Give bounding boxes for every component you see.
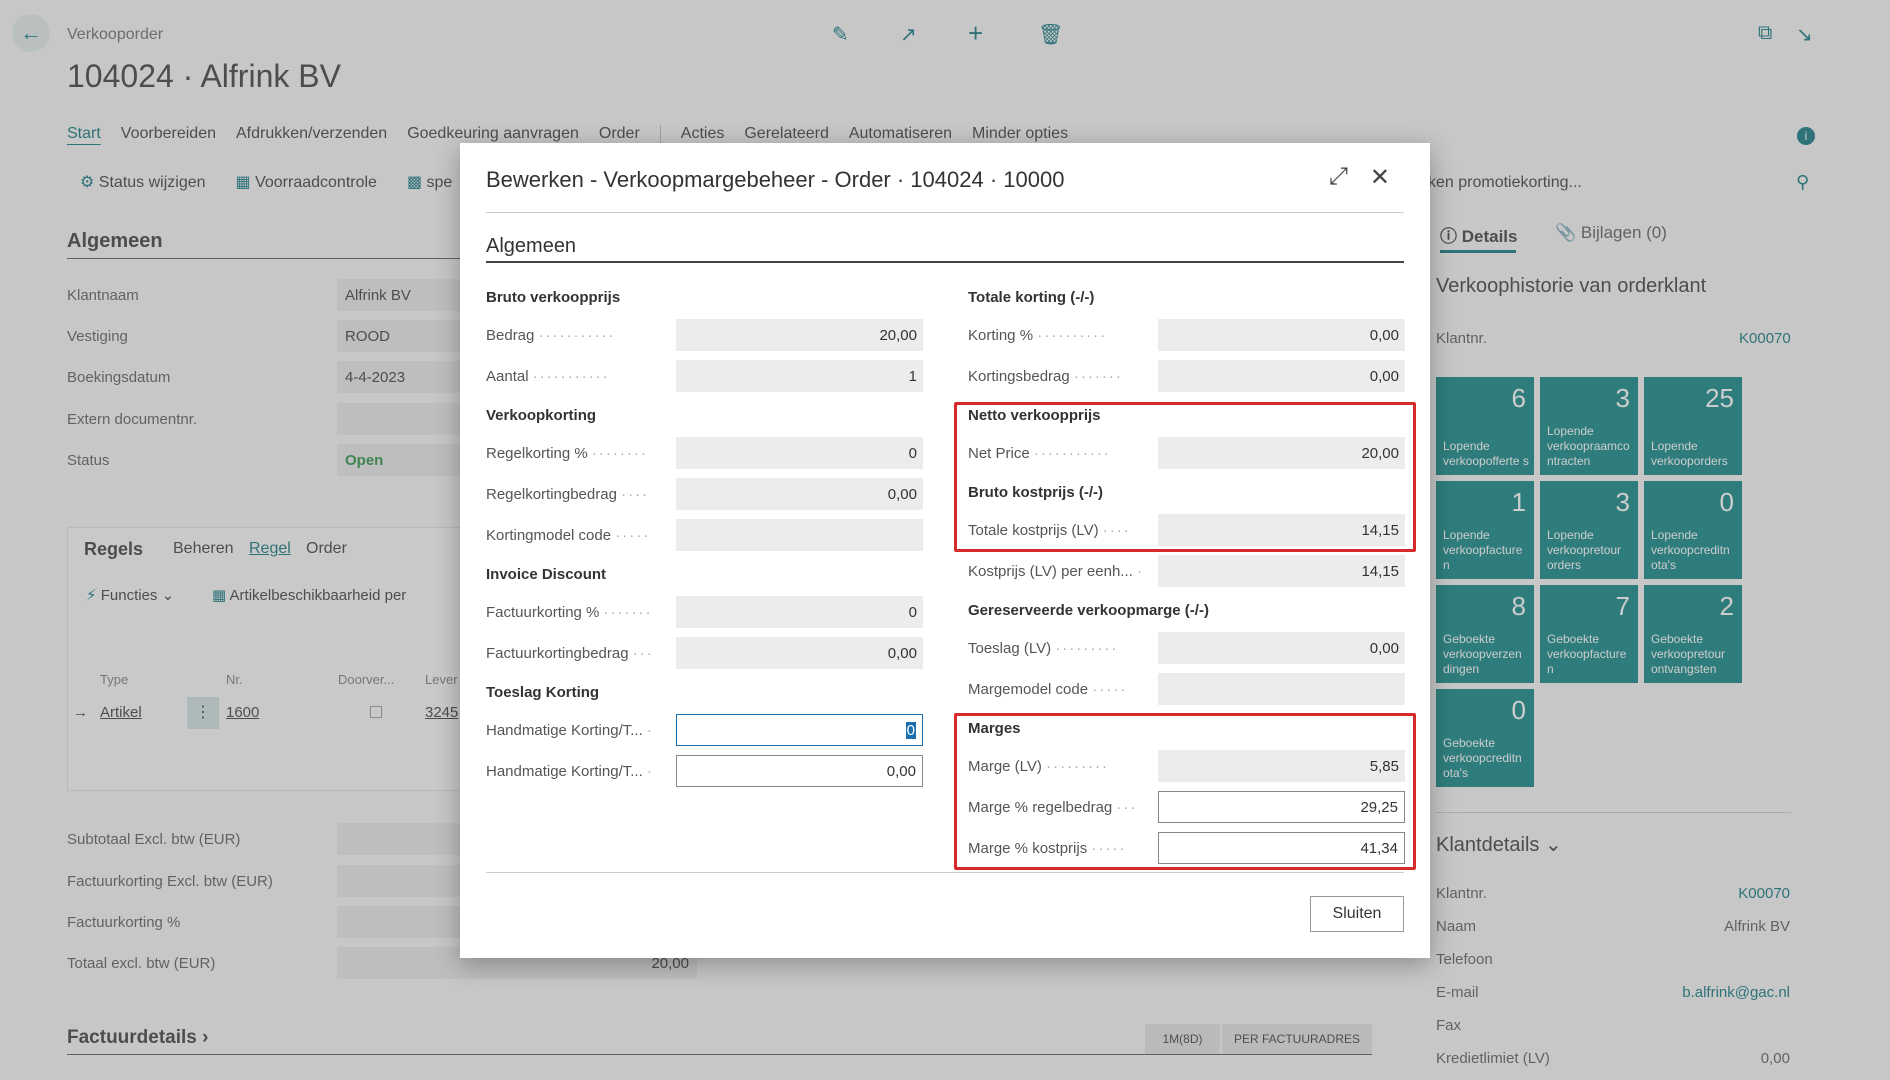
handmatige-korting-1-value: 0 (905, 721, 916, 739)
handmatige-korting-1-input[interactable]: 0 (676, 714, 923, 746)
regelkorting-pct-label: Regelkorting % ········ (486, 445, 648, 462)
kortingmodel-label: Kortingmodel code ····· (486, 527, 651, 544)
aantal-label: Aantal ··········· (486, 368, 610, 385)
aantal-label-text: Aantal (486, 368, 529, 385)
totale-korting-heading: Totale korting (-/-) (968, 289, 1095, 306)
handmatige-korting-2-label-text: Handmatige Korting/T... (486, 763, 643, 780)
bedrag-label: Bedrag ··········· (486, 327, 616, 344)
kortingsbedrag-field: 0,00 (1158, 360, 1405, 392)
invoice-discount-heading: Invoice Discount (486, 566, 607, 583)
factuurkortingbedrag-label: Factuurkortingbedrag ··· (486, 645, 654, 662)
kostprijs-eenh-label-text: Kostprijs (LV) per eenh... (968, 563, 1133, 580)
expand-icon[interactable]: ⤢ (1329, 163, 1348, 192)
toeslag-korting-heading: Toeslag Korting (486, 684, 600, 701)
kostprijs-eenh-field: 14,15 (1158, 555, 1405, 587)
regelkorting-pct-label-text: Regelkorting % (486, 445, 588, 462)
regelkortingbedrag-label-text: Regelkortingbedrag (486, 486, 617, 503)
toeslag-lv-label-text: Toeslag (LV) (968, 640, 1052, 657)
kostprijs-eenh-label: Kostprijs (LV) per eenh... · (968, 563, 1144, 580)
kortingsbedrag-label: Kortingsbedrag ······· (968, 368, 1123, 385)
highlight-netto-bruto (954, 402, 1416, 552)
factuurkorting-pct-dlg-label: Factuurkorting % ······· (486, 604, 653, 621)
handmatige-korting-1-label-text: Handmatige Korting/T... (486, 722, 643, 739)
bruto-verkoopprijs-heading: Bruto verkoopprijs (486, 289, 621, 306)
regelkorting-pct-field: 0 (676, 437, 923, 469)
bedrag-label-text: Bedrag (486, 327, 535, 344)
margemodel-label-text: Margemodel code (968, 681, 1089, 698)
korting-pct-label-text: Korting % (968, 327, 1034, 344)
kortingmodel-label-text: Kortingmodel code (486, 527, 612, 544)
margemodel-field (1158, 673, 1405, 705)
close-icon[interactable]: ✕ (1370, 163, 1390, 192)
dialog-title-divider (486, 212, 1404, 213)
handmatige-korting-2-input[interactable]: 0,00 (676, 755, 923, 787)
margemodel-label: Margemodel code ····· (968, 681, 1128, 698)
handmatige-korting-1-label: Handmatige Korting/T... · (486, 722, 654, 739)
dialog-title: Bewerken - Verkoopmargebeheer - Order · … (486, 167, 1065, 192)
toeslag-lv-field: 0,00 (1158, 632, 1405, 664)
factuurkortingbedrag-field: 0,00 (676, 637, 923, 669)
regelkortingbedrag-field: 0,00 (676, 478, 923, 510)
margin-dialog: Bewerken - Verkoopmargebeheer - Order · … (460, 143, 1430, 958)
dialog-section-divider (486, 261, 1404, 263)
aantal-field: 1 (676, 360, 923, 392)
kortingmodel-field (676, 519, 923, 551)
dialog-footer-divider (486, 872, 1404, 873)
factuurkortingbedrag-label-text: Factuurkortingbedrag (486, 645, 629, 662)
korting-pct-field: 0,00 (1158, 319, 1405, 351)
highlight-marges (954, 713, 1416, 870)
gereserveerde-marge-heading: Gereserveerde verkoopmarge (-/-) (968, 602, 1209, 619)
dialog-section-title: Algemeen (486, 235, 577, 257)
kortingsbedrag-label-text: Kortingsbedrag (968, 368, 1070, 385)
korting-pct-label: Korting % ·········· (968, 327, 1108, 344)
handmatige-korting-2-label: Handmatige Korting/T... · (486, 763, 654, 780)
sluiten-button[interactable]: Sluiten (1310, 896, 1404, 932)
regelkortingbedrag-label: Regelkortingbedrag ···· (486, 486, 650, 503)
factuurkorting-pct-dlg-field: 0 (676, 596, 923, 628)
toeslag-lv-label: Toeslag (LV) ········· (968, 640, 1119, 657)
verkoopkorting-heading: Verkoopkorting (486, 407, 597, 424)
factuurkorting-pct-dlg-label-text: Factuurkorting % (486, 604, 600, 621)
bedrag-field: 20,00 (676, 319, 923, 351)
